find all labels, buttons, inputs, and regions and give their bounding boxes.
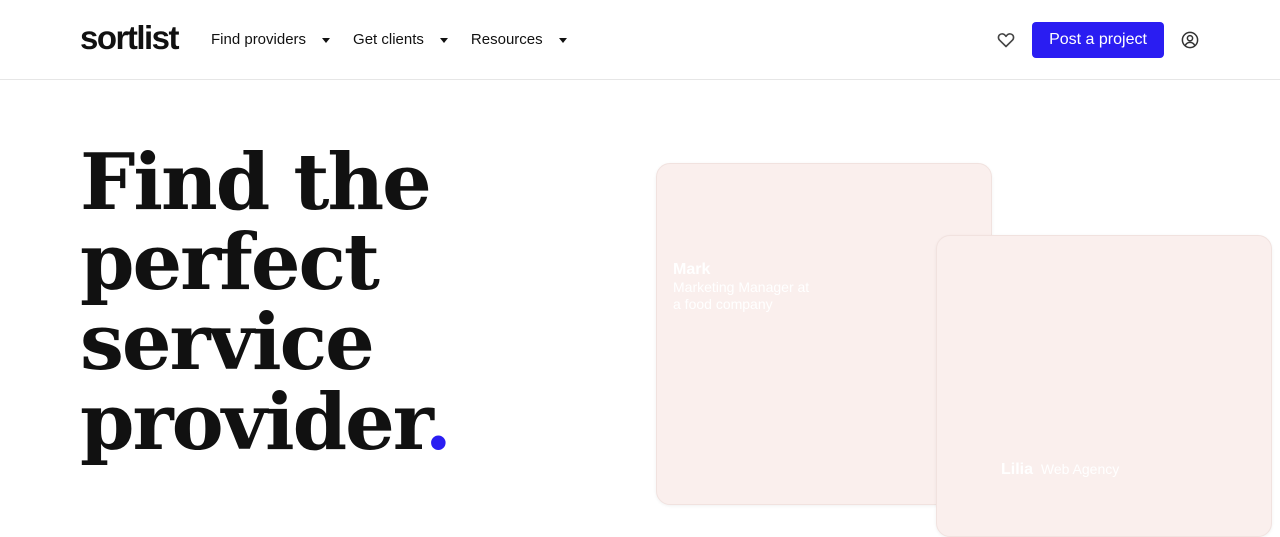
testimonial-role: Marketing Manager at a food company <box>673 279 810 312</box>
headline-accent-dot: . <box>424 377 452 468</box>
heart-icon[interactable] <box>996 30 1016 50</box>
testimonial-name: Lilia <box>1001 461 1034 478</box>
headline-word: provider <box>80 377 427 468</box>
testimonial-caption: Mark Marketing Manager at a food company <box>673 261 813 313</box>
nav-resources-label: Resources <box>470 31 543 48</box>
user-icon[interactable] <box>1180 30 1200 50</box>
hero-headline: Find the perfect service provider. <box>80 143 600 463</box>
headline-line: provider. <box>80 383 600 463</box>
site-header: sortlist Find providers Get clients Reso… <box>0 0 1280 80</box>
caret-down-icon <box>558 37 567 43</box>
testimonial-card[interactable]: Lilia Web Agency <box>936 235 1272 537</box>
headline-line: perfect <box>80 217 380 308</box>
testimonial-caption: Lilia Web Agency <box>1001 461 1119 478</box>
nav-get-clients-label: Get clients <box>353 31 424 48</box>
sortlist-logo[interactable]: sortlist <box>80 18 180 58</box>
post-project-button[interactable]: Post a project <box>1032 22 1164 58</box>
main-nav: Find providers Get clients Resources <box>211 28 567 52</box>
testimonial-name: Mark <box>673 261 711 278</box>
headline-line: service <box>80 297 375 388</box>
caret-down-icon <box>439 37 448 43</box>
nav-resources[interactable]: Resources <box>471 28 567 52</box>
nav-find-providers-label: Find providers <box>211 31 307 48</box>
nav-find-providers[interactable]: Find providers <box>211 28 331 52</box>
headline-line: Find the <box>80 137 432 228</box>
testimonial-role: Web Agency <box>1040 461 1120 477</box>
caret-down-icon <box>322 37 331 43</box>
nav-get-clients[interactable]: Get clients <box>353 28 448 52</box>
